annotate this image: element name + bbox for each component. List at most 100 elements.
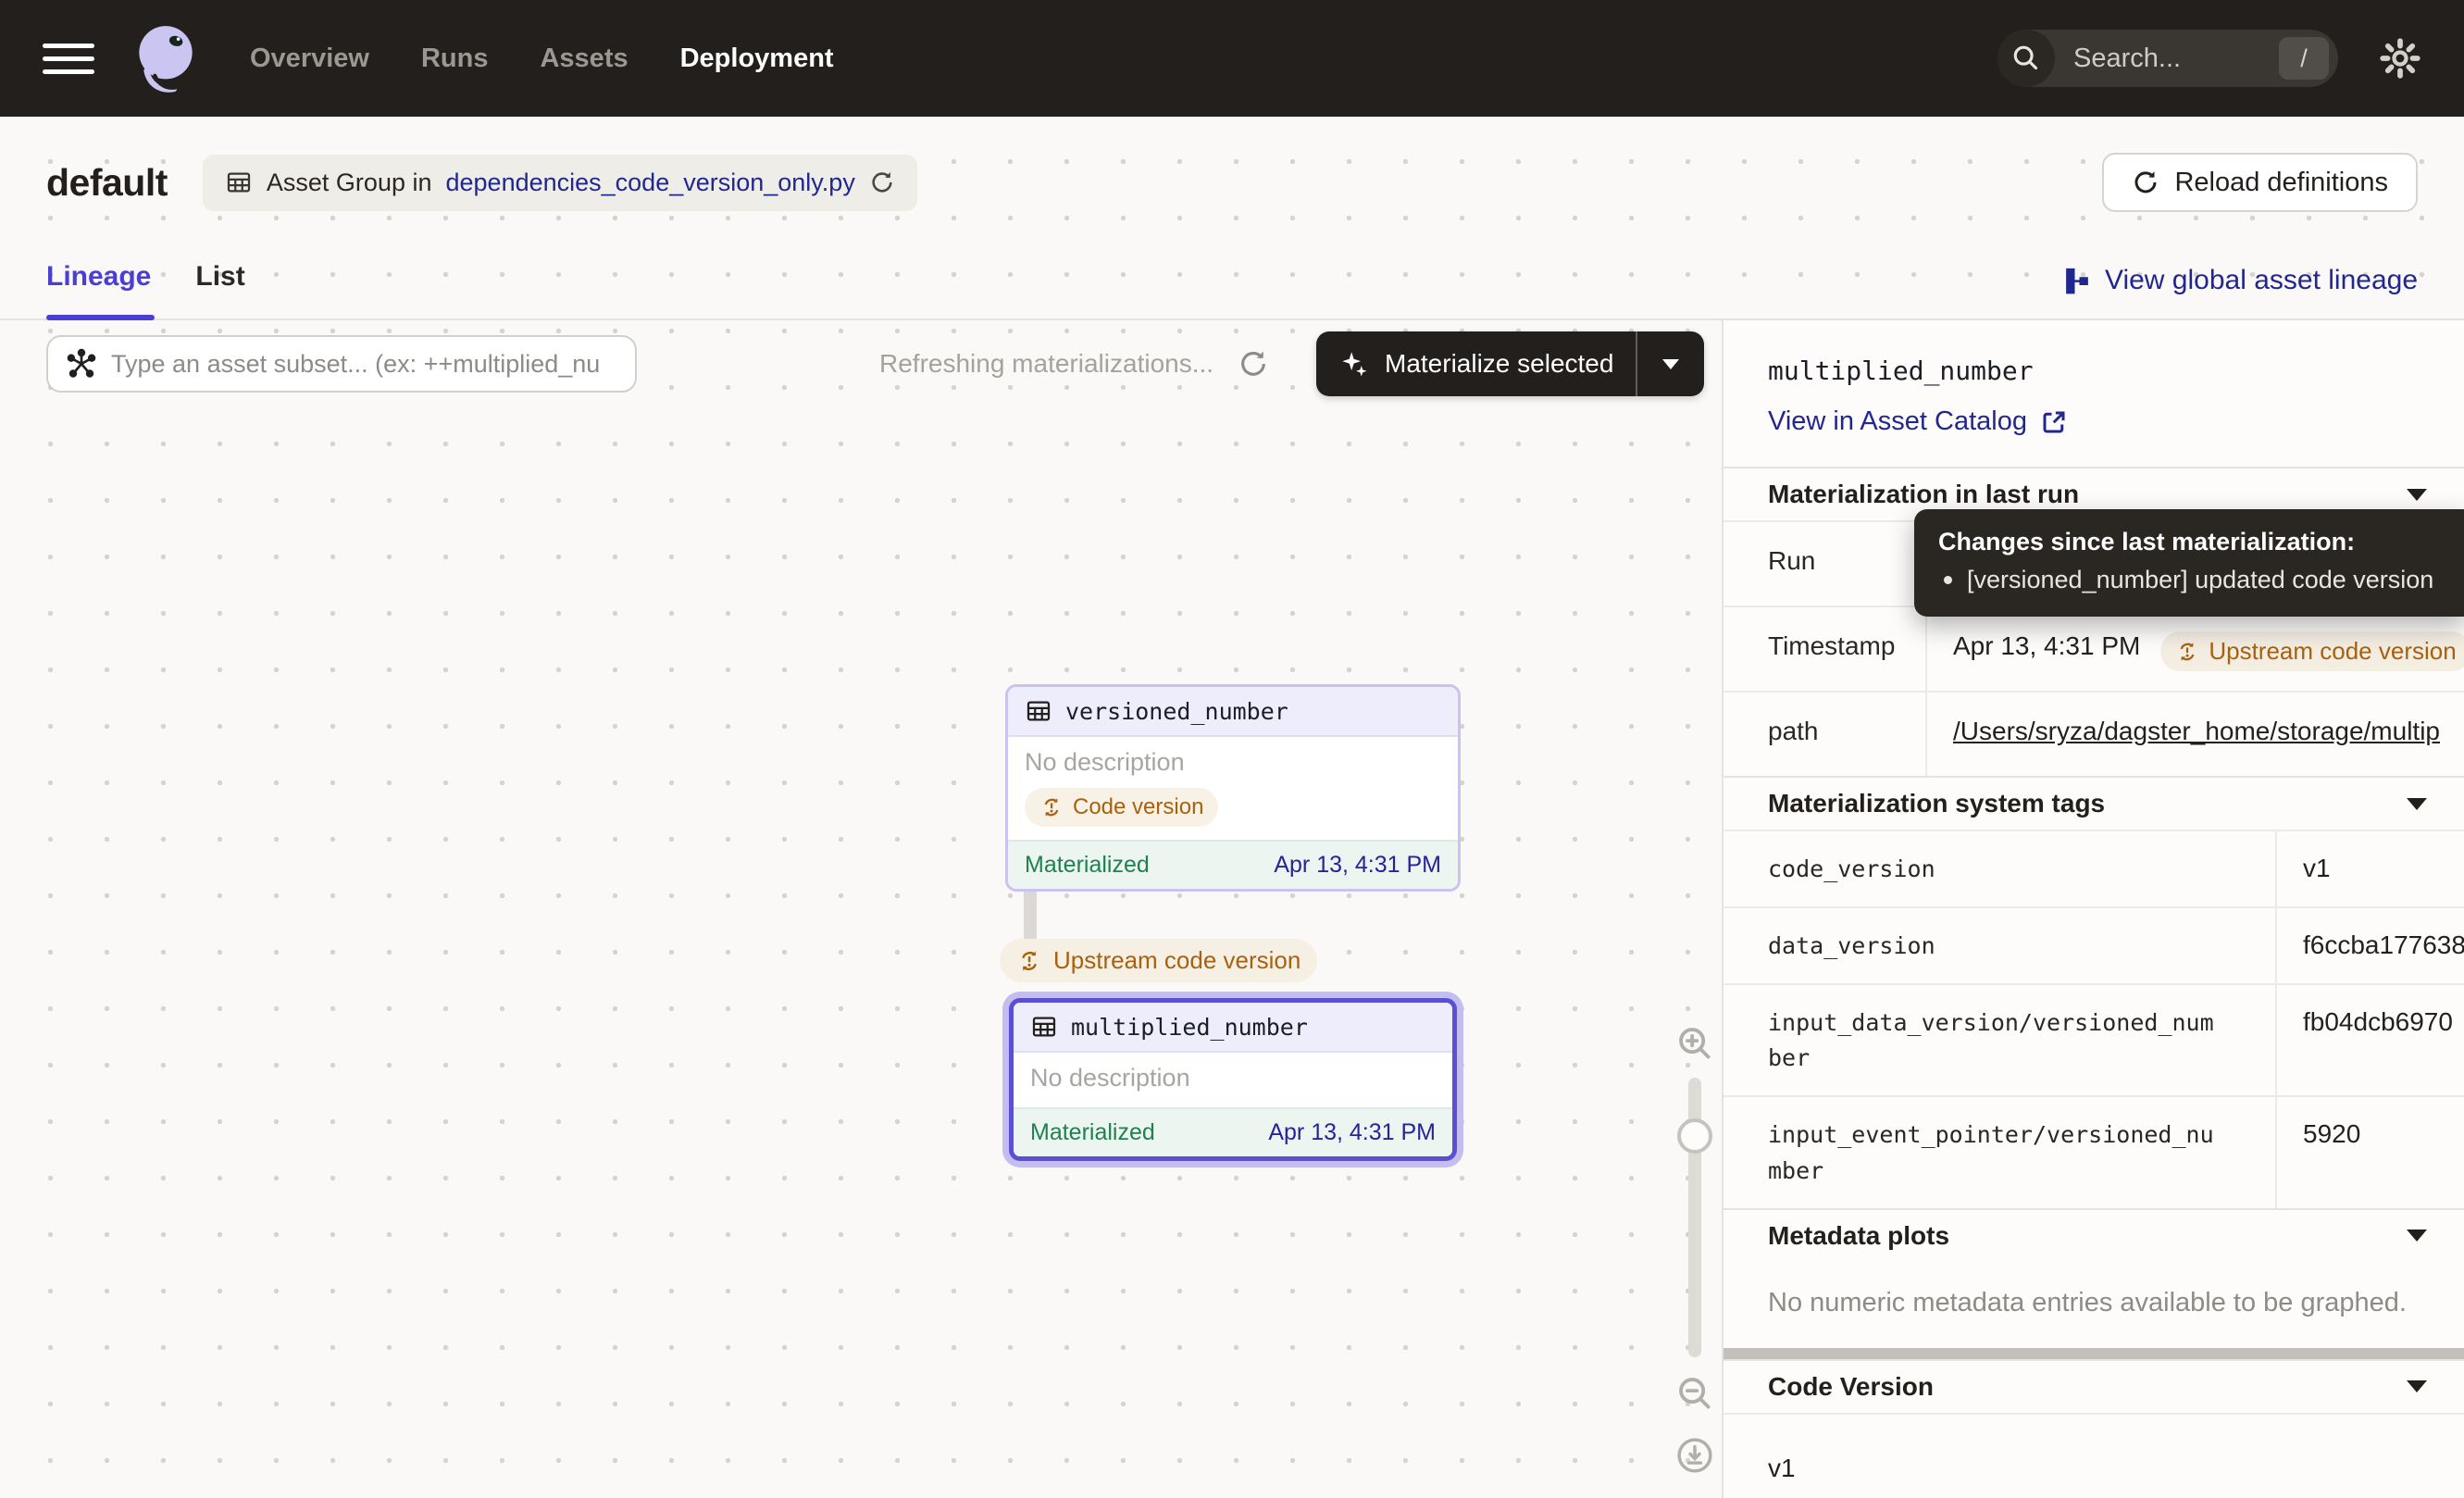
section-materialization-system-tags[interactable]: Materialization system tags (1724, 776, 2464, 830)
refresh-status: Refreshing materializations... (879, 335, 1269, 393)
top-nav: Overview Runs Assets Deployment Search..… (0, 0, 2464, 117)
materialized-timestamp[interactable]: Apr 13, 4:31 PM (1268, 1119, 1436, 1146)
section-metadata-plots[interactable]: Metadata plots (1724, 1208, 2464, 1262)
tag-key: data_version (1724, 908, 2277, 983)
hamburger-menu-icon[interactable] (43, 44, 94, 74)
row-label: path (1724, 693, 1927, 776)
section-header-label: Code Version (1768, 1372, 1934, 1402)
section-header-label: Metadata plots (1768, 1221, 1949, 1251)
reload-definitions-button[interactable]: Reload definitions (2102, 153, 2418, 212)
zoom-slider-handle[interactable] (1677, 1118, 1712, 1154)
asset-subset-input[interactable] (111, 350, 618, 379)
materialized-timestamp[interactable]: Apr 13, 4:31 PM (1274, 852, 1441, 879)
nav-item-deployment[interactable]: Deployment (680, 44, 834, 74)
asset-lineage-graph[interactable]: Refreshing materializations... Materiali… (0, 320, 1722, 1498)
asset-subset-filter[interactable] (46, 335, 637, 393)
zoom-controls (1664, 1022, 1722, 1476)
tab-lineage[interactable]: Lineage (46, 261, 151, 318)
code-version-cycle-icon (2175, 640, 2199, 664)
materialize-split-button: Materialize selected (1316, 331, 1704, 396)
chevron-down-icon (2407, 1230, 2427, 1242)
asset-description: No description (1025, 748, 1441, 777)
tag-row-data-version: data_version f6ccba177638 (1724, 906, 2464, 983)
refresh-group-icon[interactable] (869, 169, 895, 195)
code-version-cycle-icon (1039, 795, 1064, 819)
view-in-asset-catalog-link[interactable]: View in Asset Catalog (1768, 406, 2420, 437)
table-grid-icon (225, 169, 253, 196)
reload-icon (2132, 169, 2159, 196)
node-header: multiplied_number (1014, 1003, 1452, 1053)
tag-key: input_data_version/versioned_number (1724, 985, 2277, 1096)
op-selector-icon (65, 347, 98, 381)
badge-label: Upstream code version (2209, 637, 2456, 666)
chevron-down-icon (1662, 359, 1679, 369)
tab-list[interactable]: List (195, 261, 244, 318)
materialize-label: Materialize selected (1385, 349, 1613, 379)
asset-node-versioned-number[interactable]: versioned_number No description Code ver… (1005, 684, 1461, 892)
materialized-status: Materialized (1030, 1119, 1155, 1146)
tag-key: input_event_pointer/versioned_number (1724, 1097, 2277, 1208)
code-version-badge: Code version (1025, 788, 1218, 827)
download-image-icon[interactable] (1674, 1435, 1715, 1476)
global-lineage-label: View global asset lineage (2105, 265, 2418, 296)
external-link-icon (2040, 408, 2068, 436)
node-status-bar: Materialized Apr 13, 4:31 PM (1008, 840, 1458, 889)
changes-tooltip: Changes since last materialization: [ver… (1914, 509, 2464, 617)
section-code-version[interactable]: Code Version (1724, 1359, 2464, 1413)
lineage-graph-icon (2063, 267, 2091, 294)
zoom-slider[interactable] (1688, 1078, 1701, 1357)
materialize-dropdown-button[interactable] (1637, 331, 1704, 396)
settings-gear-icon[interactable] (2379, 37, 2421, 80)
horizontal-scrollbar[interactable] (1724, 1348, 2464, 1359)
tag-row-input-data-version: input_data_version/versioned_number fb04… (1724, 983, 2464, 1096)
asset-node-multiplied-number[interactable]: multiplied_number No description Materia… (1009, 998, 1457, 1161)
refresh-materializations-icon[interactable] (1238, 348, 1269, 380)
asset-group-prefix: Asset Group in (267, 169, 432, 197)
table-grid-icon (1025, 697, 1052, 725)
refreshing-text: Refreshing materializations... (879, 349, 1213, 379)
edge-upstream-code-version-badge: Upstream code version (1000, 939, 1317, 982)
view-global-asset-lineage-link[interactable]: View global asset lineage (2063, 265, 2418, 318)
code-version-cycle-icon (1016, 948, 1042, 974)
nav-item-assets[interactable]: Assets (540, 44, 628, 74)
materialize-selected-button[interactable]: Materialize selected (1316, 331, 1636, 396)
search-icon (1997, 30, 2055, 87)
zoom-in-icon[interactable] (1674, 1022, 1716, 1065)
catalog-link-label: View in Asset Catalog (1768, 406, 2027, 437)
node-header: versioned_number (1008, 687, 1458, 737)
row-label: Run (1724, 522, 1927, 605)
tag-row-code-version: code_version v1 (1724, 830, 2464, 906)
node-status-bar: Materialized Apr 13, 4:31 PM (1014, 1107, 1452, 1156)
asset-group-chip: Asset Group in dependencies_code_version… (203, 155, 917, 211)
nav-item-runs[interactable]: Runs (421, 44, 489, 74)
section-header-label: Materialization system tags (1768, 789, 2105, 818)
nav-item-overview[interactable]: Overview (250, 44, 369, 74)
global-search-input[interactable]: Search... / (1997, 30, 2338, 87)
search-shortcut-badge: / (2279, 37, 2329, 80)
asset-name: multiplied_number (1071, 1014, 1308, 1041)
sparkle-icon (1338, 348, 1370, 380)
tag-value: v1 (2277, 831, 2464, 906)
tooltip-bullet-text: [versioned_number] updated code version (1967, 566, 2433, 594)
search-placeholder: Search... (2073, 44, 2181, 74)
chevron-down-icon (2407, 798, 2427, 810)
table-row-timestamp: Timestamp Apr 13, 4:31 PM Upstream code … (1724, 605, 2464, 691)
tooltip-title: Changes since last materialization: (1938, 528, 2442, 556)
upstream-code-version-badge: Upstream code version (2160, 631, 2464, 671)
zoom-out-icon[interactable] (1674, 1372, 1716, 1415)
tabs-row: Lineage List View global asset lineage (0, 228, 2464, 320)
code-version-badge-label: Code version (1073, 794, 1203, 820)
row-label: Timestamp (1724, 607, 1927, 691)
tag-row-input-event-pointer: input_event_pointer/versioned_number 592… (1724, 1095, 2464, 1208)
bullet-dot (1944, 576, 1952, 584)
chevron-down-icon (2407, 1380, 2427, 1392)
reload-definitions-label: Reload definitions (2174, 168, 2388, 198)
section-header-label: Materialization in last run (1768, 480, 2079, 509)
code-file-link[interactable]: dependencies_code_version_only.py (446, 169, 855, 197)
metadata-plots-empty-text: No numeric metadata entries available to… (1724, 1262, 2464, 1348)
table-row-path: path /Users/sryza/dagster_home/storage/m… (1724, 691, 2464, 776)
tag-value: fb04dcb6970 (2277, 985, 2464, 1096)
dagster-logo-icon[interactable] (126, 19, 205, 98)
storage-path-link[interactable]: /Users/sryza/dagster_home/storage/multip (1953, 717, 2440, 746)
page-title: default (46, 161, 168, 205)
